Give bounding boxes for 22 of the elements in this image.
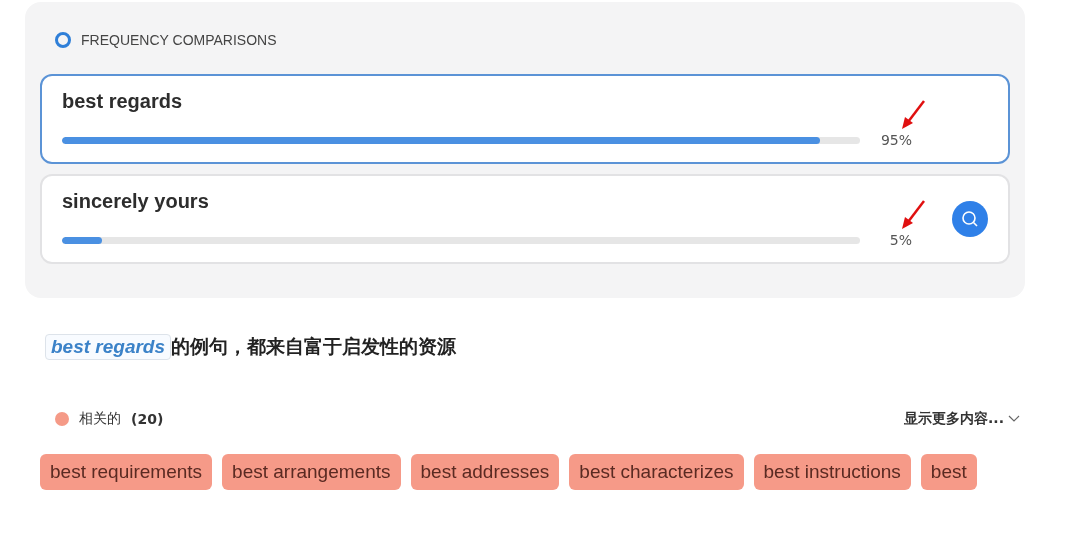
related-tag[interactable]: best characterizes: [569, 454, 744, 490]
phrase-card[interactable]: best regards 95%: [40, 74, 1010, 164]
related-tag[interactable]: best: [920, 454, 977, 490]
ring-icon: [55, 32, 71, 48]
phrase-text: best regards: [62, 90, 184, 113]
search-button[interactable]: [952, 201, 988, 237]
related-label: 相关的: [79, 410, 121, 428]
search-icon: [961, 210, 979, 228]
related-tag[interactable]: best requirements: [40, 454, 213, 490]
related-tag[interactable]: best addresses: [410, 454, 560, 490]
related-tag[interactable]: best arrangements: [222, 454, 401, 490]
related-tag[interactable]: best instructions: [753, 454, 911, 490]
section-title: FREQUENCY COMPARISONS: [81, 32, 277, 48]
examples-heading: 的例句，都来自富于启发性的资源: [171, 334, 457, 359]
chevron-down-icon: [1008, 415, 1020, 423]
show-more-button[interactable]: 显示更多内容...: [904, 410, 1020, 428]
phrase-chip: best regards: [45, 334, 172, 360]
phrase-card[interactable]: sincerely yours 5%: [40, 174, 1010, 264]
related-count: (20): [131, 411, 164, 427]
percentage: 5%: [888, 232, 912, 248]
percentage: 95%: [879, 132, 912, 148]
phrase-text: sincerely yours: [62, 190, 210, 213]
